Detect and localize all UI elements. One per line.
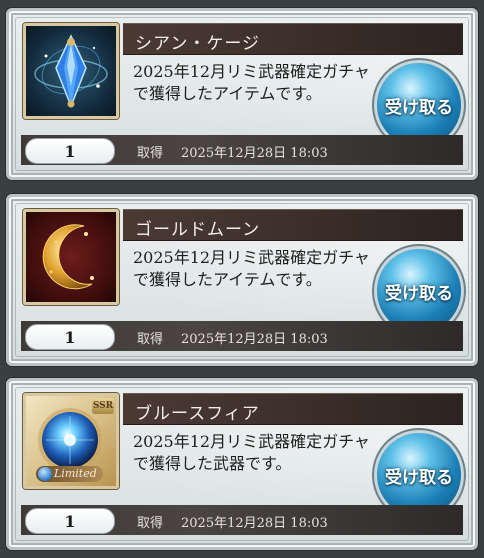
limited-badge: Limited (36, 466, 103, 482)
item-footer: 1 取得 2025年12月28日 18:03 (21, 321, 463, 351)
limited-badge-icon (38, 467, 52, 481)
item-description: 2025年12月リミ武器確定ガチャで獲得したアイテムです。 (133, 62, 370, 103)
receive-button-label: 受け取る (385, 97, 453, 118)
item-title-bar: シアン・ケージ (123, 23, 463, 55)
item-title-bar: ブルースフィア (123, 393, 463, 425)
item-title-bar: ゴールドムーン (123, 209, 463, 241)
item-thumbnail: SSR Limited (23, 393, 119, 489)
acquired-label: 取得 (137, 516, 164, 531)
present-card: SSR Limited ブルースフィア 2025年12月リミ武器確定ガチャで獲得… (6, 378, 478, 550)
item-quantity: 1 (25, 138, 115, 164)
item-footer: 1 取得 2025年12月28日 18:03 (21, 135, 463, 165)
item-name: シアン・ケージ (135, 34, 260, 54)
rarity-badge: SSR (92, 398, 114, 414)
receive-button-label: 受け取る (385, 283, 453, 304)
item-name: ブルースフィア (135, 404, 260, 424)
acquired-label: 取得 (137, 146, 164, 161)
acquired-date: 2025年12月28日 18:03 (181, 332, 328, 347)
acquired-date: 2025年12月28日 18:03 (181, 146, 328, 161)
present-card: ゴールドムーン 2025年12月リミ武器確定ガチャで獲得したアイテムです。 受け… (6, 194, 478, 366)
item-name: ゴールドムーン (135, 220, 261, 240)
item-description: 2025年12月リミ武器確定ガチャで獲得した武器です。 (133, 432, 370, 473)
acquired-date: 2025年12月28日 18:03 (181, 516, 328, 531)
limited-badge-label: Limited (54, 467, 97, 480)
blue-crystal-icon (34, 34, 108, 109)
item-footer: 1 取得 2025年12月28日 18:03 (21, 505, 463, 535)
gold-crescent-moon-icon (42, 224, 94, 290)
item-thumbnail (23, 209, 119, 305)
receive-button-label: 受け取る (385, 467, 453, 488)
item-quantity: 1 (25, 508, 115, 534)
item-description: 2025年12月リミ武器確定ガチャで獲得したアイテムです。 (133, 248, 370, 289)
item-quantity: 1 (25, 324, 115, 350)
acquired-label: 取得 (137, 332, 164, 347)
present-card: シアン・ケージ 2025年12月リミ武器確定ガチャで獲得したアイテムです。 受け… (6, 8, 478, 180)
item-thumbnail (23, 23, 119, 119)
